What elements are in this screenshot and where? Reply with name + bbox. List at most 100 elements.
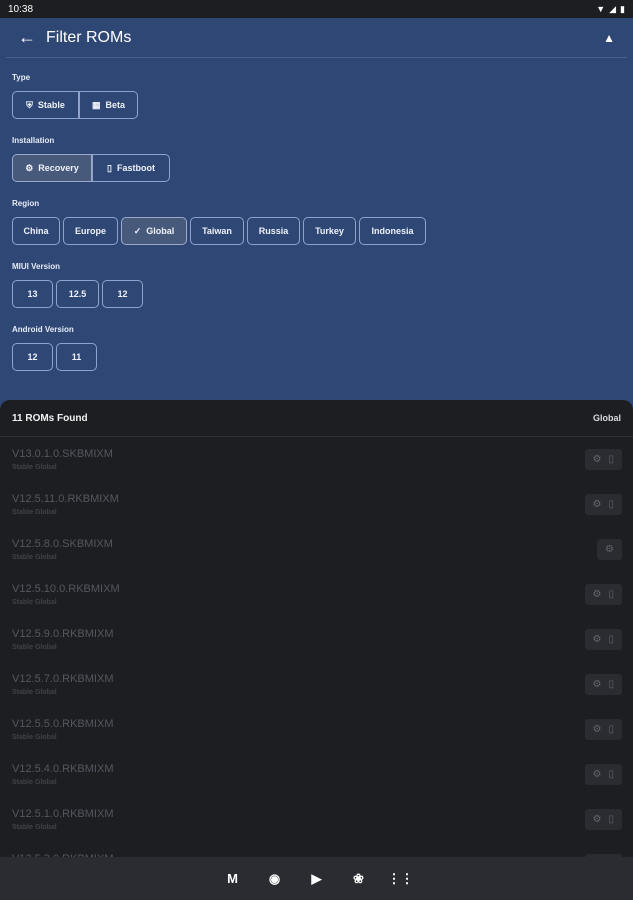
type-label: Type (12, 73, 31, 82)
chip-taiwan[interactable]: Taiwan (190, 217, 244, 245)
app-bar: ← Filter ROMs ▲ (6, 18, 627, 58)
rom-row[interactable]: V12.5.10.0.RKBMIXM Stable Global ⚙ ▯ (0, 572, 633, 617)
back-arrow-icon[interactable]: ← (18, 27, 46, 48)
rom-actions: ⚙▯ (584, 494, 622, 515)
shield-icon: ⛨ (26, 99, 33, 110)
status-time: 10:38 (8, 3, 34, 15)
signal-icon: ◢ (609, 3, 617, 14)
rom-subtitle: Stable Global (12, 509, 57, 516)
rom-version: V13.0.1.0.SKBMIXM (12, 448, 113, 460)
results-count: 11 ROMs Found (12, 412, 88, 424)
chip-miui-12[interactable]: 12 (102, 280, 143, 308)
photos-icon[interactable]: ❀ (349, 869, 369, 889)
chip-russia[interactable]: Russia (247, 217, 300, 245)
rom-version: V12.5.11.0.RKBMIXM (12, 493, 119, 505)
recovery-download-icon[interactable]: ⚙ (593, 679, 602, 690)
rom-row[interactable]: V12.5.5.0.RKBMIXM Stable Global ⚙ ▯ (0, 707, 633, 752)
fastboot-download-icon[interactable]: ▯ (608, 589, 614, 600)
beta-icon: ▦ (91, 99, 101, 110)
rom-row[interactable]: V12.5.1.0.RKBMIXM Stable Global ⚙ ▯ (0, 797, 633, 842)
gmail-icon[interactable]: M (223, 869, 243, 889)
navigation-bar: M ◉ ▶ ❀ ⋮⋮ (0, 857, 633, 900)
rom-actions: ⚙▯ (584, 719, 622, 740)
results-header: 11 ROMs Found Global (0, 400, 633, 437)
rom-row[interactable]: V12.5.4.0.RKBMIXM Stable Global ⚙ ▯ (0, 752, 633, 797)
chip-beta[interactable]: ▦ Beta (79, 91, 138, 119)
rom-version: V12.5.1.0.RKBMIXM (12, 808, 114, 820)
android-label: Android Version (12, 325, 74, 334)
fastboot-download-icon[interactable]: ▯ (608, 814, 614, 825)
recovery-download-icon[interactable]: ⚙ (593, 589, 602, 600)
rom-row[interactable]: V12.5.9.0.RKBMIXM Stable Global ⚙ ▯ (0, 617, 633, 662)
check-icon: ✓ (133, 225, 142, 236)
chip-indonesia[interactable]: Indonesia (359, 217, 426, 245)
installation-section: Installation ⚙ Recovery ▯ Fastboot (0, 136, 633, 182)
chip-android-11[interactable]: 11 (56, 343, 97, 371)
chip-china[interactable]: China (12, 217, 60, 245)
recovery-download-icon[interactable]: ⚙ (593, 499, 602, 510)
rom-actions: ⚙▯ (584, 449, 622, 470)
rom-row[interactable]: V12.5.11.0.RKBMIXM Stable Global ⚙ ▯ (0, 482, 633, 527)
rom-subtitle: Stable Global (12, 824, 57, 831)
results-region: Global (592, 413, 621, 423)
rom-version: V12.5.4.0.RKBMIXM (12, 763, 114, 775)
chip-turkey[interactable]: Turkey (303, 217, 356, 245)
miui-section: MIUI Version 13 12.5 12 (0, 262, 633, 308)
installation-label: Installation (12, 136, 55, 145)
rom-row[interactable]: V12.5.8.0.SKBMIXM Stable Global ⚙ (0, 527, 633, 572)
fastboot-download-icon[interactable]: ▯ (608, 724, 614, 735)
rom-row[interactable]: V12.5.7.0.RKBMIXM Stable Global ⚙ ▯ (0, 662, 633, 707)
rom-list: V13.0.1.0.SKBMIXM Stable Global ⚙ ▯ V12.5.11… (0, 437, 633, 860)
wifi-icon: ▼ (596, 4, 606, 14)
battery-icon: ▮ (620, 3, 625, 14)
chip-android-12[interactable]: 12 (12, 343, 53, 371)
fastboot-download-icon[interactable]: ▯ (608, 454, 614, 465)
miui-label: MIUI Version (12, 262, 61, 271)
chip-recovery[interactable]: ⚙ Recovery (12, 154, 92, 182)
chip-miui-13[interactable]: 13 (12, 280, 53, 308)
rom-actions: ⚙▯ (584, 809, 622, 830)
rom-version: V12.5.9.0.RKBMIXM (12, 628, 114, 640)
gear-icon: ⚙ (25, 162, 34, 173)
filter-panel: ← Filter ROMs ▲ Type ⛨ Stable ▦ Beta Ins… (0, 18, 633, 418)
chrome-icon[interactable]: ◉ (265, 869, 285, 889)
fastboot-download-icon[interactable]: ▯ (608, 679, 614, 690)
rom-actions: ⚙▯ (584, 629, 622, 650)
chip-stable[interactable]: ⛨ Stable (12, 91, 79, 119)
type-section: Type ⛨ Stable ▦ Beta (0, 73, 633, 119)
rom-version: V12.5.10.0.RKBMIXM (12, 583, 120, 595)
chip-global[interactable]: ✓ Global (121, 217, 187, 245)
chip-europe[interactable]: Europe (63, 217, 118, 245)
chevron-up-icon[interactable]: ▲ (603, 31, 615, 45)
rom-subtitle: Stable Global (12, 644, 57, 651)
rom-actions: ⚙▯ (584, 764, 622, 785)
recovery-download-icon[interactable]: ⚙ (593, 454, 602, 465)
results-sheet: 11 ROMs Found Global V13.0.1.0.SKBMIXM St… (0, 400, 633, 860)
rom-subtitle: Stable Global (12, 734, 57, 741)
page-title: Filter ROMs (46, 28, 132, 46)
chip-fastboot[interactable]: ▯ Fastboot (92, 154, 170, 182)
recovery-download-icon[interactable]: ⚙ (593, 634, 602, 645)
youtube-icon[interactable]: ▶ (307, 869, 327, 889)
rom-subtitle: Stable Global (12, 779, 57, 786)
rom-version: V12.5.5.0.RKBMIXM (12, 718, 114, 730)
status-bar: 10:38 ▼ ◢ ▮ (0, 0, 633, 18)
rom-row[interactable]: V13.0.1.0.SKBMIXM Stable Global ⚙ ▯ (0, 437, 633, 482)
rom-version: V12.5.7.0.RKBMIXM (12, 673, 114, 685)
rom-subtitle: Stable Global (12, 689, 57, 696)
chip-miui-12-5[interactable]: 12.5 (56, 280, 99, 308)
recovery-download-icon[interactable]: ⚙ (593, 724, 602, 735)
recovery-download-icon[interactable]: ⚙ (605, 544, 614, 555)
rom-actions: ⚙▯ (584, 674, 622, 695)
recovery-download-icon[interactable]: ⚙ (593, 769, 602, 780)
recovery-download-icon[interactable]: ⚙ (593, 814, 602, 825)
rom-subtitle: Stable Global (12, 599, 57, 606)
app-drawer-icon[interactable]: ⋮⋮ (388, 869, 414, 889)
rom-actions: ⚙▯ (584, 584, 622, 605)
usb-icon: ▯ (107, 162, 112, 173)
region-label: Region (12, 199, 40, 208)
fastboot-download-icon[interactable]: ▯ (608, 769, 614, 780)
fastboot-download-icon[interactable]: ▯ (608, 634, 614, 645)
rom-subtitle: Stable Global (12, 554, 57, 561)
fastboot-download-icon[interactable]: ▯ (608, 499, 614, 510)
